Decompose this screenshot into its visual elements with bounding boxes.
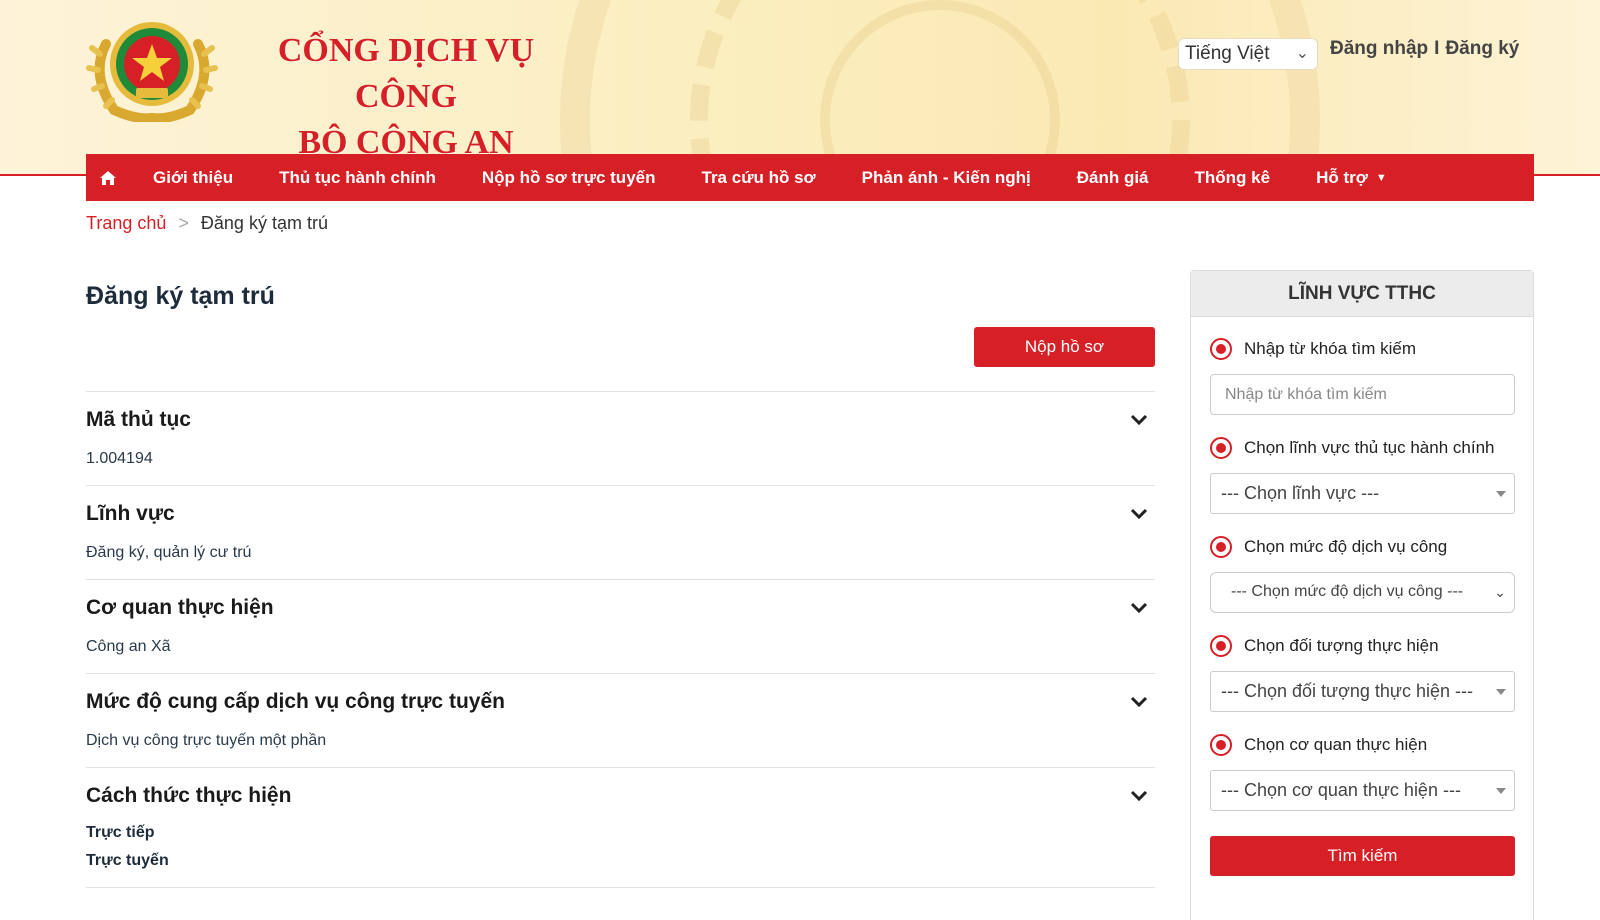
sidebar-title: LĨNH VỰC TTHC: [1191, 271, 1533, 317]
nav-item-nop-ho-so-truc-tuyen[interactable]: Nộp hồ sơ trực tuyến: [459, 154, 679, 201]
site-title-line1: CỔNG DỊCH VỤ CÔNG: [277, 32, 535, 115]
procedure-details: Mã thủ tục 1.004194 Lĩnh vực Đăng ký, qu…: [86, 391, 1155, 888]
language-value: Tiếng Việt: [1185, 43, 1270, 64]
breadcrumb-current: Đăng ký tạm trú: [200, 213, 328, 233]
section-agency[interactable]: Cơ quan thực hiện Công an Xã: [86, 579, 1155, 673]
main-nav: Giới thiệu Thủ tục hành chính Nộp hồ sơ …: [86, 154, 1534, 201]
breadcrumb-home-link[interactable]: Trang chủ: [86, 213, 166, 233]
filter-label: Chọn cơ quan thực hiện: [1244, 735, 1428, 754]
nav-item-phan-anh-kien-nghi[interactable]: Phản ánh - Kiến nghị: [839, 154, 1054, 201]
radio-selected-icon[interactable]: [1210, 338, 1232, 360]
chevron-down-icon: ⌄: [1494, 584, 1506, 600]
auth-links: Đăng nhập I Đăng ký: [1330, 38, 1519, 60]
radio-selected-icon[interactable]: [1210, 536, 1232, 558]
section-title: Cách thức thực hiện: [86, 784, 292, 807]
filter-level: Chọn mức độ dịch vụ công --- Chọn mức độ…: [1210, 534, 1515, 613]
select-value: --- Chọn đối tượng thực hiện ---: [1221, 681, 1473, 701]
nav-item-label: Phản ánh - Kiến nghị: [861, 167, 1031, 187]
nav-item-label: Đánh giá: [1076, 167, 1149, 187]
triangle-down-icon: [1496, 491, 1506, 497]
filter-sidebar: LĨNH VỰC TTHC Nhập từ khóa tìm kiếm Nhập…: [1190, 270, 1534, 920]
nav-item-ho-tro[interactable]: Hỗ trợ ▼: [1293, 154, 1410, 201]
section-title: Mức độ cung cấp dịch vụ công trực tuyến: [86, 690, 505, 713]
nav-item-label: Nộp hồ sơ trực tuyến: [481, 167, 656, 187]
breadcrumb-separator: >: [178, 213, 189, 233]
section-service-level[interactable]: Mức độ cung cấp dịch vụ công trực tuyến …: [86, 673, 1155, 767]
section-value: Trực tiếp: [86, 824, 155, 841]
section-value: Đăng ký, quản lý cư trú: [86, 544, 252, 561]
service-level-select[interactable]: --- Chọn mức độ dịch vụ công --- ⌄: [1210, 572, 1515, 613]
police-emblem-logo[interactable]: [86, 14, 218, 122]
section-value: Công an Xã: [86, 638, 171, 655]
section-title: Lĩnh vực: [86, 502, 175, 525]
filter-agency: Chọn cơ quan thực hiện --- Chọn cơ quan …: [1210, 732, 1515, 811]
select-value: --- Chọn mức độ dịch vụ công ---: [1231, 583, 1464, 600]
chevron-down-icon[interactable]: [1129, 598, 1149, 618]
submit-application-button[interactable]: Nộp hồ sơ: [974, 327, 1155, 367]
radio-selected-icon[interactable]: [1210, 437, 1232, 459]
filter-label: Chọn lĩnh vực thủ tục hành chính: [1244, 438, 1495, 457]
filter-label: Chọn mức độ dịch vụ công: [1244, 537, 1448, 556]
section-value: 1.004194: [86, 450, 153, 467]
filter-keyword: Nhập từ khóa tìm kiếm Nhập từ khóa tìm k…: [1210, 336, 1515, 415]
register-link[interactable]: Đăng ký: [1445, 38, 1519, 59]
chevron-down-icon: ⌄: [1295, 45, 1309, 62]
nav-item-label: Hỗ trợ: [1316, 167, 1368, 187]
chevron-down-icon[interactable]: [1129, 786, 1149, 806]
section-divider: [86, 887, 1155, 888]
agency-select[interactable]: --- Chọn cơ quan thực hiện ---: [1210, 770, 1515, 811]
section-procedure-code[interactable]: Mã thủ tục 1.004194: [86, 391, 1155, 485]
section-title: Mã thủ tục: [86, 408, 191, 431]
search-button[interactable]: Tìm kiếm: [1210, 836, 1515, 876]
nav-item-thu-tuc-hanh-chinh[interactable]: Thủ tục hành chính: [256, 154, 459, 201]
section-value: Trực tuyến: [86, 852, 169, 869]
section-field[interactable]: Lĩnh vực Đăng ký, quản lý cư trú: [86, 485, 1155, 579]
filter-label: Chọn đối tượng thực hiện: [1244, 636, 1439, 655]
nav-item-label: Thống kê: [1194, 167, 1271, 187]
radio-selected-icon[interactable]: [1210, 635, 1232, 657]
home-icon: [100, 170, 116, 185]
nav-item-tra-cuu-ho-so[interactable]: Tra cứu hồ sơ: [679, 154, 839, 201]
language-select[interactable]: Tiếng Việt ⌄: [1178, 38, 1318, 70]
site-header: CỔNG DỊCH VỤ CÔNG BỘ CÔNG AN Tiếng Việt …: [0, 0, 1600, 176]
nav-item-label: Thủ tục hành chính: [279, 167, 436, 187]
nav-item-label: Giới thiệu: [153, 167, 234, 187]
login-link[interactable]: Đăng nhập: [1330, 38, 1428, 59]
chevron-down-icon[interactable]: [1129, 504, 1149, 524]
nav-item-thong-ke[interactable]: Thống kê: [1172, 154, 1294, 201]
nav-item-danh-gia[interactable]: Đánh giá: [1054, 154, 1172, 201]
subject-select[interactable]: --- Chọn đối tượng thực hiện ---: [1210, 671, 1515, 712]
filter-label: Nhập từ khóa tìm kiếm: [1244, 339, 1417, 358]
chevron-down-icon[interactable]: [1129, 692, 1149, 712]
breadcrumb: Trang chủ > Đăng ký tạm trú: [86, 213, 328, 234]
nav-item-gioi-thieu[interactable]: Giới thiệu: [130, 154, 256, 201]
keyword-search-input[interactable]: Nhập từ khóa tìm kiếm: [1210, 374, 1515, 415]
triangle-down-icon: [1496, 788, 1506, 794]
radio-selected-icon[interactable]: [1210, 734, 1232, 756]
chevron-down-icon[interactable]: [1129, 410, 1149, 430]
nav-home[interactable]: [86, 154, 130, 201]
auth-separator: I: [1434, 38, 1440, 59]
caret-down-icon: ▼: [1375, 171, 1387, 184]
nav-item-label: Tra cứu hồ sơ: [701, 167, 816, 187]
select-value: --- Chọn lĩnh vực ---: [1221, 483, 1380, 503]
site-title: CỔNG DỊCH VỤ CÔNG BỘ CÔNG AN: [236, 28, 576, 166]
filter-subject: Chọn đối tượng thực hiện --- Chọn đối tư…: [1210, 633, 1515, 712]
section-title: Cơ quan thực hiện: [86, 596, 274, 619]
section-method[interactable]: Cách thức thực hiện Trực tiếp Trực tuyến: [86, 767, 1155, 887]
section-value: Dịch vụ công trực tuyến một phần: [86, 732, 327, 749]
field-select[interactable]: --- Chọn lĩnh vực ---: [1210, 473, 1515, 514]
triangle-down-icon: [1496, 689, 1506, 695]
filter-field: Chọn lĩnh vực thủ tục hành chính --- Chọ…: [1210, 435, 1515, 514]
select-value: --- Chọn cơ quan thực hiện ---: [1221, 780, 1461, 800]
page-title: Đăng ký tạm trú: [86, 282, 275, 310]
